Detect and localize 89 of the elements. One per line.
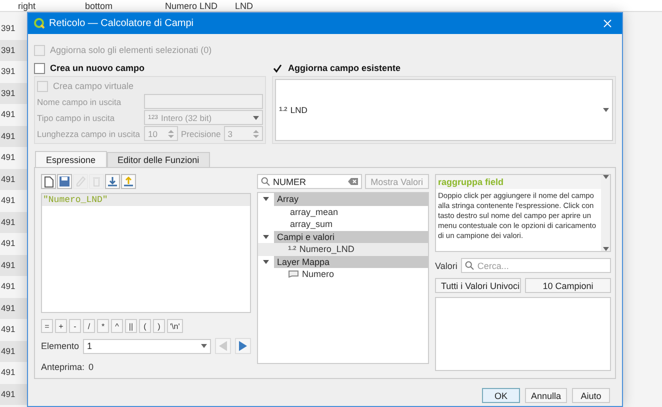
table-cell-text: 391 [0, 65, 16, 78]
expanded-arrow-icon[interactable] [263, 258, 269, 265]
preview-value: 0 [88, 362, 94, 372]
toolbar-button[interactable] [121, 174, 136, 189]
tree-group[interactable]: Array [274, 193, 428, 206]
table-cell-text: 491 [0, 323, 16, 336]
column-header: bottom [85, 1, 114, 11]
spin-arrows-icon [253, 128, 259, 138]
trash-icon [92, 176, 101, 187]
values-button[interactable]: Tutti i Valori Univoci [435, 278, 521, 293]
caret-icon [201, 344, 207, 348]
search-icon [465, 261, 474, 270]
save-icon [59, 176, 70, 187]
field-label: Nome campo in uscita [37, 96, 122, 106]
column-header: LND [235, 1, 254, 11]
caret-icon [602, 247, 608, 251]
clear-icon[interactable] [348, 178, 358, 185]
caret-icon [253, 116, 259, 120]
values-button[interactable]: 10 Campioni [525, 278, 611, 293]
help-title: raggruppa field [436, 175, 601, 189]
right-arrow-icon [239, 341, 247, 351]
function-search-field[interactable]: NUMER [257, 174, 362, 189]
toolbar-button[interactable] [41, 174, 56, 189]
operator-button[interactable]: / [83, 319, 95, 333]
operator-button[interactable]: ) [153, 319, 165, 333]
table-cell: 491 [0, 212, 27, 233]
tree-item[interactable]: array_mean [258, 206, 428, 218]
update-field-checkbox[interactable]: Aggiorna campo esistente [272, 60, 616, 76]
upload-icon [123, 176, 134, 187]
table-cell-text: 491 [0, 366, 16, 379]
dialog-button[interactable]: OK [482, 388, 520, 403]
field-label: Lunghezza campo in uscita [37, 128, 141, 138]
table-cell: 491 [0, 340, 27, 362]
element-label: Elemento [41, 341, 80, 351]
operator-button[interactable]: ^ [111, 319, 123, 333]
tree-item[interactable]: Numero [258, 268, 428, 280]
table-cell-text: 491 [0, 108, 16, 121]
table-cell-text: 491 [0, 194, 16, 207]
search-icon [261, 177, 270, 186]
table-cell: 491 [0, 384, 27, 405]
window-title: Reticolo — Calcolatore di Campi [49, 18, 195, 29]
dialog-button[interactable]: Annulla [524, 388, 567, 403]
tab[interactable]: Editor delle Funzioni [106, 152, 210, 167]
preview-label: Anteprima: [41, 362, 85, 372]
new-file-icon [44, 176, 54, 188]
operator-button[interactable]: '\n' [167, 319, 183, 333]
pencil-icon [76, 176, 86, 187]
spin-arrows-icon [168, 128, 174, 138]
column-header: right [18, 1, 37, 11]
table-cell-text: 391 [0, 22, 16, 35]
column-header: Numero LND [165, 1, 219, 11]
tab[interactable]: Espressione [35, 151, 107, 167]
expanded-arrow-icon[interactable] [263, 234, 269, 240]
app-logo-icon [34, 18, 45, 29]
operator-button[interactable]: ( [139, 319, 151, 333]
check-icon [273, 64, 282, 72]
element-dropdown[interactable]: 1 [83, 338, 211, 354]
operator-button[interactable]: || [125, 319, 137, 333]
values-label: Valori [435, 260, 458, 270]
table-cell: 491 [0, 254, 27, 276]
table-cell-text: 491 [0, 280, 16, 293]
operator-button[interactable]: - [69, 319, 81, 333]
caret-icon [602, 175, 608, 179]
toolbar-button[interactable] [57, 174, 72, 189]
expression-text: "Numero_LND" [42, 194, 250, 206]
table-cell: 391 [0, 82, 27, 104]
next-button[interactable] [235, 338, 251, 354]
table-cell-text: 491 [0, 151, 16, 164]
table-cell: 391 [0, 40, 27, 61]
operator-button[interactable]: = [41, 319, 53, 333]
download-icon [107, 176, 118, 187]
left-arrow-icon [219, 341, 227, 351]
close-icon[interactable] [603, 19, 612, 28]
tree-item[interactable]: array_sum [258, 218, 428, 230]
table-cell: 491 [0, 168, 27, 190]
tree-group[interactable]: Layer Mappa [274, 256, 428, 268]
operator-button[interactable]: * [97, 319, 109, 333]
table-cell: 491 [0, 298, 27, 319]
scrollbar[interactable] [601, 175, 610, 251]
tree-group[interactable]: Campi e valori [274, 230, 428, 243]
expanded-arrow-icon[interactable] [263, 196, 269, 202]
operator-button[interactable]: + [55, 319, 67, 333]
field-label: Precisione [181, 128, 221, 138]
field-label: Tipo campo in uscita [37, 112, 116, 122]
dialog-button[interactable]: Aiuto [572, 388, 610, 403]
toolbar-button[interactable] [105, 174, 120, 189]
table-cell: 491 [0, 126, 27, 147]
table-cell-text: 491 [0, 237, 16, 250]
caret-icon [603, 108, 609, 112]
